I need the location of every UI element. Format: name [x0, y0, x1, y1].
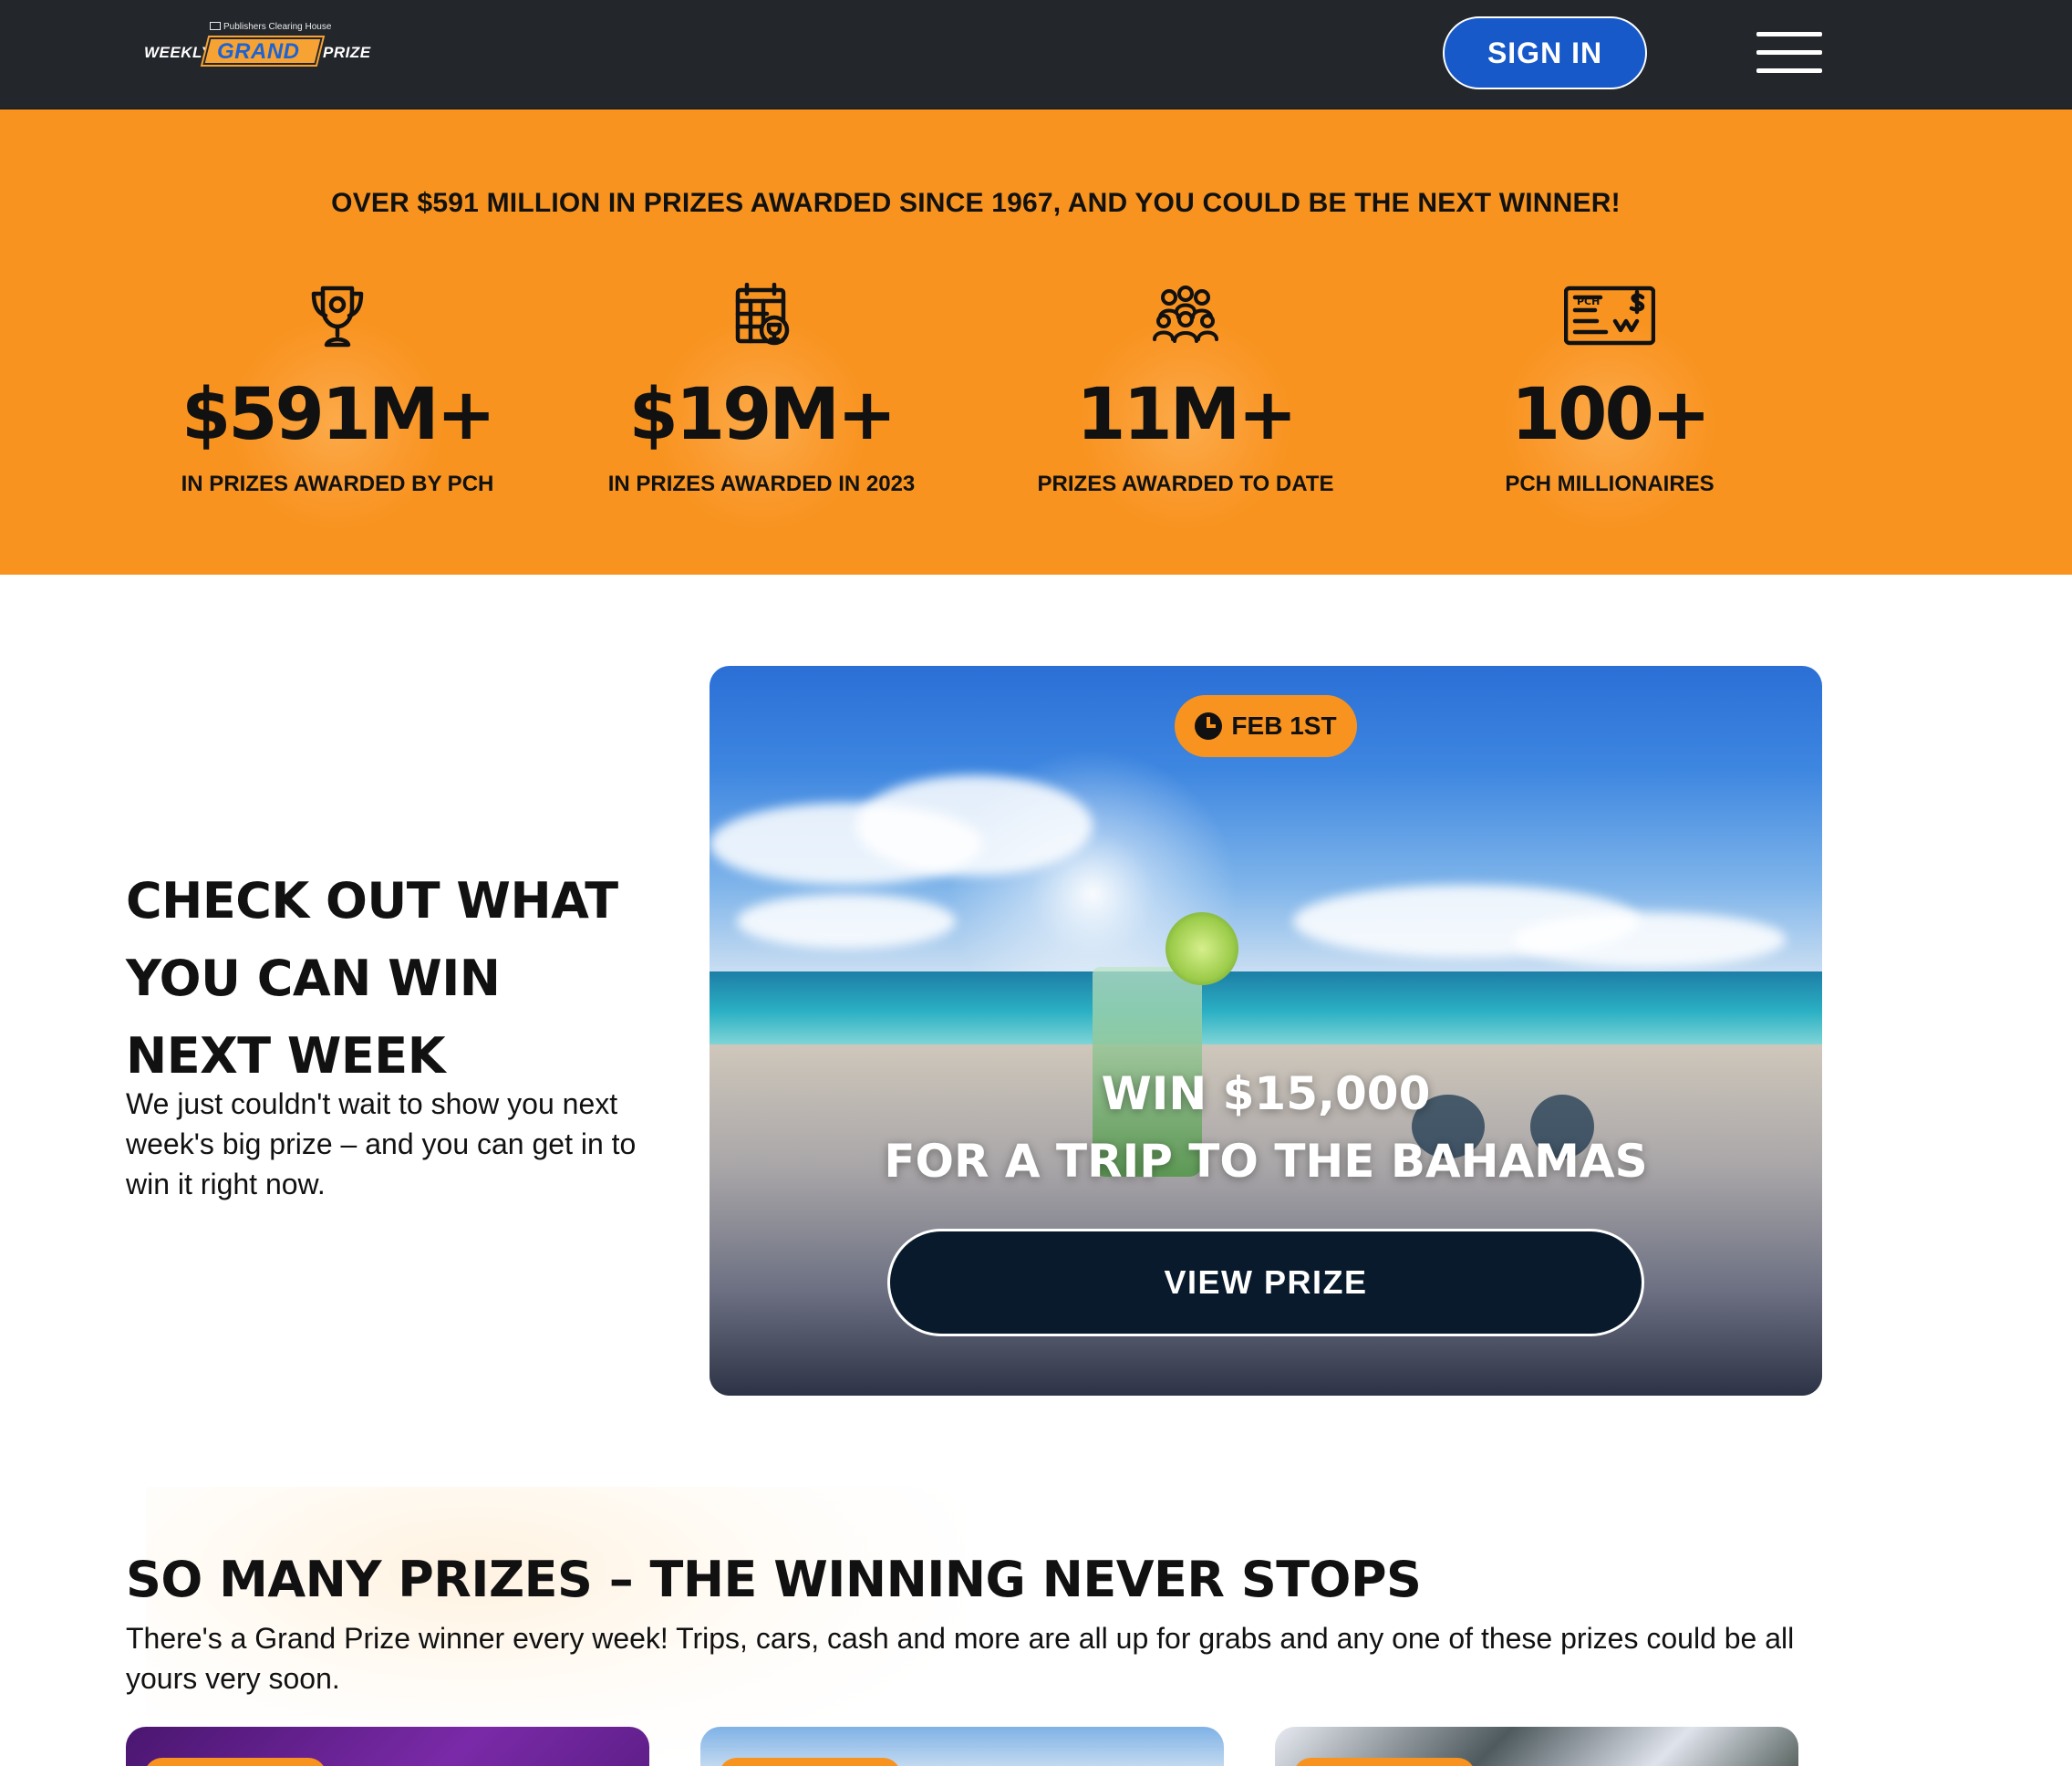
crowd-icon	[1153, 286, 1218, 343]
clock-icon	[1195, 712, 1223, 740]
stat-label: PCH MILLIONAIRES	[1505, 472, 1715, 496]
check-icon: PCH	[1564, 286, 1655, 346]
next-week-title-line: YOU CAN WIN	[126, 950, 501, 1007]
prize-thumbnail-card[interactable]	[700, 1727, 1224, 1766]
stat-item: PCH 100+ PCH MILLIONAIRES	[1418, 283, 1801, 566]
publisher-line: Publishers Clearing House	[210, 22, 331, 32]
svg-text:PCH: PCH	[1577, 296, 1600, 307]
prize-thumbnail-card[interactable]	[126, 1727, 649, 1766]
stats-band: OVER $591 MILLION IN PRIZES AWARDED SINC…	[0, 109, 2072, 575]
site-header: Publishers Clearing House WEEKLY GRAND P…	[0, 0, 2072, 109]
stat-value: 11M+	[1076, 374, 1298, 456]
prize-date-badge	[144, 1758, 326, 1766]
prize-description: FOR A TRIP TO THE BAHAMAS	[884, 1135, 1648, 1188]
stat-item: $19M+ IN PRIZES AWARDED IN 2023	[570, 283, 953, 566]
ocean-image-area	[710, 971, 1822, 1044]
so-many-prizes-description: There's a Grand Prize winner every week!…	[126, 1622, 1795, 1695]
stat-value: $591M+	[181, 374, 496, 456]
lime-slice-image	[1166, 912, 1238, 985]
so-many-prizes-title: SO MANY PRIZES – THE WINNING NEVER STOPS	[126, 1551, 1422, 1608]
next-week-title: CHECK OUT WHAT YOU CAN WIN NEXT WEEK	[126, 862, 691, 1095]
stat-label: PRIZES AWARDED TO DATE	[1037, 472, 1334, 496]
view-prize-button[interactable]: VIEW PRIZE	[887, 1229, 1644, 1336]
hamburger-menu-icon[interactable]	[1756, 30, 1822, 76]
weekly-grand-prize-logo[interactable]: Publishers Clearing House WEEKLY GRAND P…	[144, 20, 372, 75]
stat-label: IN PRIZES AWARDED IN 2023	[607, 472, 916, 496]
logo-word-grand: GRAND	[217, 39, 300, 64]
next-week-description: We just couldn't wait to show you next w…	[126, 1087, 637, 1200]
prize-date: FEB 1ST	[1231, 712, 1337, 740]
logo-word-prize: PRIZE	[323, 44, 371, 61]
stats-headline: OVER $591 MILLION IN PRIZES AWARDED SINC…	[331, 188, 1621, 218]
logo-word-weekly: WEEKLY	[144, 44, 212, 61]
prize-date-badge	[719, 1758, 901, 1766]
prize-date-badge: FEB 1ST	[1175, 695, 1357, 757]
featured-prize-card[interactable]: FEB 1ST WIN $15,000 FOR A TRIP TO THE BA…	[710, 666, 1822, 1396]
next-week-title-line: CHECK OUT WHAT	[126, 872, 618, 930]
stat-item: 11M+ PRIZES AWARDED TO DATE	[994, 283, 1377, 566]
sign-in-button[interactable]: SIGN IN	[1443, 16, 1647, 89]
prize-amount: WIN $15,000	[1101, 1067, 1431, 1120]
stat-label: IN PRIZES AWARDED BY PCH	[181, 472, 494, 496]
stat-item: $591M+ IN PRIZES AWARDED BY PCH	[146, 283, 529, 566]
publisher-name: Publishers Clearing House	[223, 22, 332, 32]
prize-date-badge	[1293, 1758, 1476, 1766]
envelope-icon	[210, 22, 221, 30]
prize-thumbnail-card[interactable]	[1275, 1727, 1798, 1766]
stat-value: 100+	[1510, 374, 1711, 456]
calendar-trophy-icon	[735, 283, 790, 346]
trophy-icon	[311, 286, 364, 348]
stat-value: $19M+	[628, 374, 897, 456]
